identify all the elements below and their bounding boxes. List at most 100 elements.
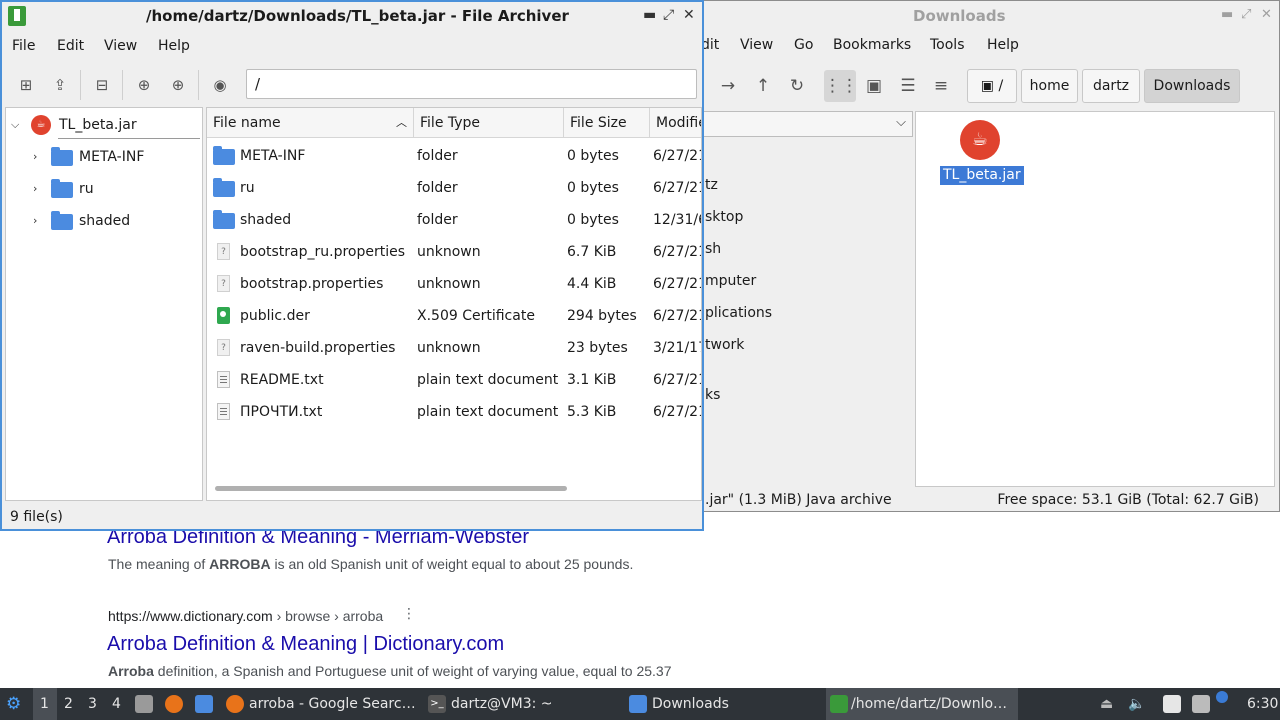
menu-edit[interactable]: Edit bbox=[57, 38, 84, 54]
compact-view-icon[interactable]: ☰ bbox=[897, 75, 919, 97]
sidebar-item-applications[interactable]: plications bbox=[705, 305, 772, 321]
text-file-icon bbox=[217, 403, 230, 420]
minimize-icon[interactable]: ▬ bbox=[1221, 7, 1233, 22]
crumb-home[interactable]: home bbox=[1021, 69, 1078, 103]
chevron-down-icon[interactable]: ⌵ bbox=[11, 118, 19, 132]
sidebar-item-network[interactable]: twork bbox=[705, 337, 744, 353]
file-row[interactable]: ? raven-build.properties unknown 23 byte… bbox=[207, 332, 701, 364]
icon-view-icon[interactable]: ⋮⋮ bbox=[824, 70, 858, 102]
sidebar-item-desktop[interactable]: sktop bbox=[705, 209, 743, 225]
reload-icon[interactable]: ↻ bbox=[786, 75, 808, 97]
tree-item-shaded[interactable]: › shaded bbox=[6, 208, 202, 236]
archiver-titlebar[interactable]: /home/dartz/Downloads/TL_beta.jar - File… bbox=[2, 2, 702, 32]
file-row[interactable]: ? bootstrap.properties unknown 4.4 KiB 6… bbox=[207, 268, 701, 300]
file-row[interactable]: META-INF folder 0 bytes 6/27/21 bbox=[207, 140, 701, 172]
file-size: 23 bytes bbox=[567, 340, 628, 356]
file-name: bootstrap_ru.properties bbox=[240, 244, 406, 260]
menu-tools[interactable]: Tools bbox=[930, 37, 965, 53]
archiver-title: /home/dartz/Downloads/TL_beta.jar - File… bbox=[146, 7, 569, 25]
clipboard-icon[interactable] bbox=[1163, 695, 1181, 713]
column-header-modified[interactable]: Modified bbox=[650, 108, 701, 138]
sidebar-item-computer[interactable]: mputer bbox=[705, 273, 756, 289]
clock[interactable]: 6:30 bbox=[1247, 696, 1278, 712]
file-row[interactable]: shaded folder 0 bytes 12/31/69 bbox=[207, 204, 701, 236]
file-manager-launcher-icon[interactable] bbox=[135, 695, 153, 713]
downloads-file-view[interactable]: ☕ TL_beta.jar bbox=[915, 111, 1275, 487]
downloads-titlebar[interactable]: Downloads ▬ ⤢ ✕ bbox=[635, 1, 1279, 31]
result-url-dictionary[interactable]: https://www.dictionary.com › browse › ar… bbox=[108, 608, 383, 624]
archive-properties-icon[interactable]: ⊟ bbox=[93, 76, 111, 94]
menu-help[interactable]: Help bbox=[987, 37, 1019, 53]
path-input[interactable]: / bbox=[246, 69, 697, 99]
update-notification-icon[interactable] bbox=[1216, 691, 1228, 703]
file-row[interactable]: public.der X.509 Certificate 294 bytes 6… bbox=[207, 300, 701, 332]
network-icon[interactable] bbox=[1192, 695, 1210, 713]
crumb-root[interactable]: ▣ / bbox=[967, 69, 1017, 103]
task-firefox[interactable]: arroba - Google Searc… bbox=[222, 688, 416, 720]
file-size: 294 bytes bbox=[567, 308, 637, 324]
start-menu-icon[interactable]: ⚙ bbox=[6, 694, 21, 714]
new-archive-icon[interactable]: ⊞ bbox=[17, 76, 35, 94]
file-type: folder bbox=[417, 148, 458, 164]
workspace-2[interactable]: 2 bbox=[64, 696, 73, 712]
file-row[interactable]: ПРОЧТИ.txt plain text document 5.3 KiB 6… bbox=[207, 396, 701, 428]
volume-icon[interactable]: 🔈 bbox=[1128, 696, 1145, 712]
column-header-size[interactable]: File Size bbox=[564, 108, 650, 138]
extract-icon[interactable]: ⇪ bbox=[51, 76, 69, 94]
file-name: ru bbox=[240, 180, 255, 196]
tree-item-root[interactable]: ⌵ ☕ TL_beta.jar bbox=[6, 112, 202, 140]
menu-file[interactable]: File bbox=[12, 38, 35, 54]
result-title-dictionary[interactable]: Arroba Definition & Meaning | Dictionary… bbox=[107, 633, 504, 656]
chevron-right-icon[interactable]: › bbox=[33, 182, 37, 195]
crumb-dartz[interactable]: dartz bbox=[1082, 69, 1140, 103]
forward-icon[interactable]: → bbox=[717, 75, 739, 97]
close-icon[interactable]: ✕ bbox=[1261, 7, 1272, 22]
file-type: folder bbox=[417, 212, 458, 228]
minimize-icon[interactable]: ▬ bbox=[643, 7, 656, 23]
chevron-right-icon[interactable]: › bbox=[33, 150, 37, 163]
maximize-icon[interactable]: ⤢ bbox=[1241, 7, 1251, 22]
workspace-1[interactable]: 1 bbox=[33, 688, 57, 720]
firefox-launcher-icon[interactable] bbox=[165, 695, 183, 713]
file-type: unknown bbox=[417, 340, 481, 356]
add-folder-icon[interactable]: ⊕ bbox=[169, 76, 187, 94]
sidebar-item-bookmarks[interactable]: ks bbox=[705, 387, 720, 403]
stop-icon[interactable]: ◉ bbox=[211, 76, 229, 94]
java-jar-icon[interactable]: ☕ bbox=[960, 120, 1000, 160]
eject-icon[interactable]: ⏏ bbox=[1100, 696, 1113, 712]
add-file-icon[interactable]: ⊕ bbox=[135, 76, 153, 94]
close-icon[interactable]: ✕ bbox=[683, 7, 695, 23]
thumbnail-view-icon[interactable]: ▣ bbox=[863, 75, 885, 97]
sidebar-item-home[interactable]: tz bbox=[705, 177, 718, 193]
sidebar-item-trash[interactable]: sh bbox=[705, 241, 721, 257]
tree-label: shaded bbox=[79, 213, 131, 229]
menu-view[interactable]: View bbox=[104, 38, 137, 54]
file-modified: 6/27/21 bbox=[653, 244, 702, 260]
menu-help[interactable]: Help bbox=[158, 38, 190, 54]
file-label-tl-beta[interactable]: TL_beta.jar bbox=[940, 166, 1024, 185]
file-row[interactable]: ru folder 0 bytes 6/27/21 bbox=[207, 172, 701, 204]
file-row[interactable]: ? bootstrap_ru.properties unknown 6.7 Ki… bbox=[207, 236, 702, 268]
menu-go[interactable]: Go bbox=[794, 37, 813, 53]
desktop-launcher-icon[interactable] bbox=[195, 695, 213, 713]
crumb-downloads[interactable]: Downloads bbox=[1144, 69, 1240, 103]
task-terminal[interactable]: >_ dartz@VM3: ~ bbox=[424, 688, 616, 720]
tree-item-ru[interactable]: › ru bbox=[6, 176, 202, 204]
task-downloads[interactable]: Downloads bbox=[626, 688, 818, 720]
task-archiver[interactable]: /home/dartz/Downlo… bbox=[826, 688, 1018, 720]
column-header-type[interactable]: File Type bbox=[414, 108, 564, 138]
workspace-3[interactable]: 3 bbox=[88, 696, 97, 712]
maximize-icon[interactable]: ⤢ bbox=[663, 7, 674, 23]
column-header-name[interactable]: File name ︿ bbox=[207, 108, 414, 138]
tree-item-meta-inf[interactable]: › META-INF bbox=[6, 144, 202, 172]
detailed-view-icon[interactable]: ≡ bbox=[930, 75, 952, 97]
chevron-right-icon[interactable]: › bbox=[33, 214, 37, 227]
up-icon[interactable]: ↑ bbox=[752, 75, 774, 97]
file-name: bootstrap.properties bbox=[240, 276, 384, 292]
menu-view[interactable]: View bbox=[740, 37, 773, 53]
horizontal-scrollbar[interactable] bbox=[215, 486, 567, 491]
menu-bookmarks[interactable]: Bookmarks bbox=[833, 37, 911, 53]
workspace-4[interactable]: 4 bbox=[112, 696, 121, 712]
more-options-icon[interactable]: ⋮ bbox=[402, 606, 416, 622]
file-row[interactable]: README.txt plain text document 3.1 KiB 6… bbox=[207, 364, 701, 396]
